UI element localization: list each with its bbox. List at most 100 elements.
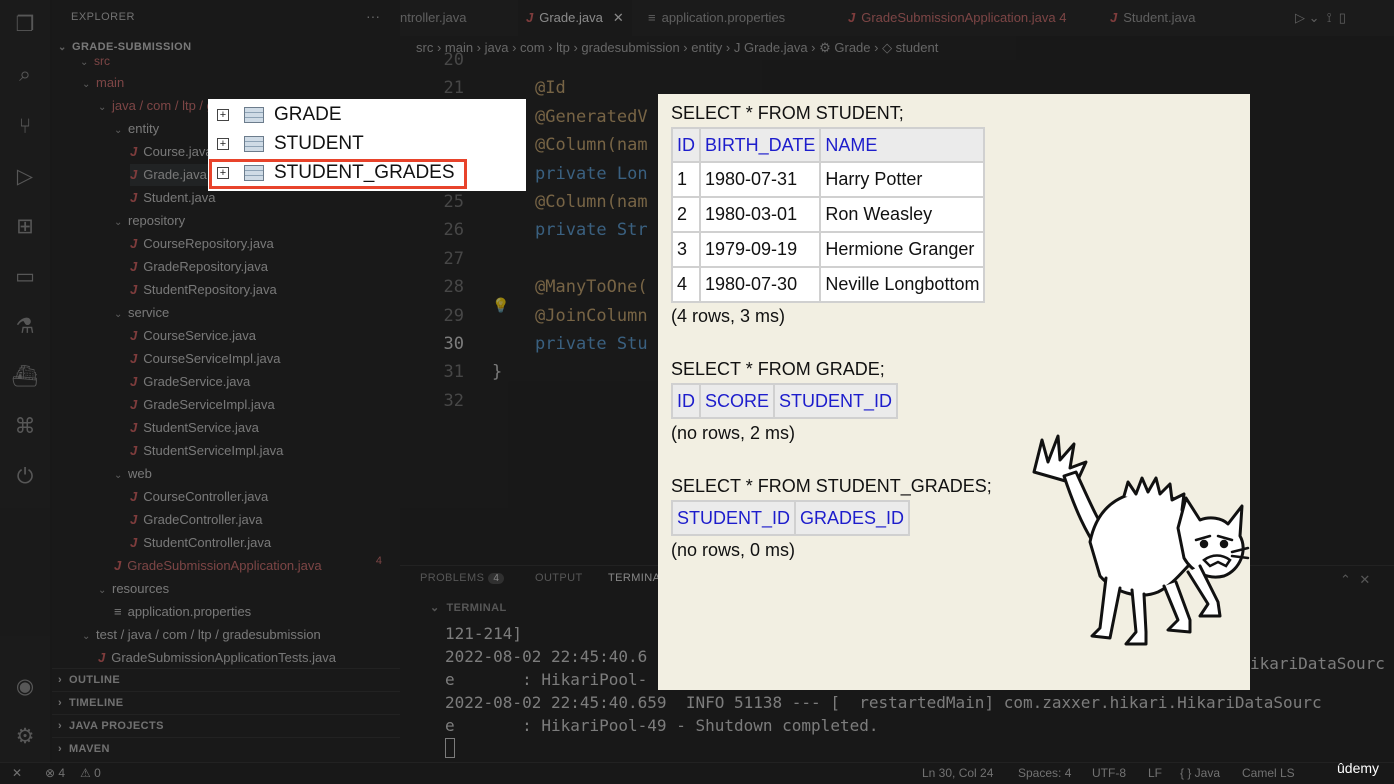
camel-ls[interactable]: Camel LS <box>1242 763 1295 784</box>
more-actions-icon[interactable]: ··· <box>366 8 380 24</box>
java-file-icon: J <box>130 282 138 297</box>
terminal-line: 121-214] <box>445 624 523 643</box>
file-item[interactable]: J GradeServiceImpl.java <box>130 394 275 416</box>
code-line: } <box>492 362 503 383</box>
file-item[interactable]: J Course.java <box>130 141 213 163</box>
file-item[interactable]: J StudentServiceImpl.java <box>130 440 283 462</box>
encoding[interactable]: UTF-8 <box>1092 763 1126 784</box>
problem-count-badge: 4 <box>375 555 382 567</box>
folder-item[interactable]: ⌄ entity <box>114 118 159 140</box>
maven-section[interactable]: › MAVEN <box>52 737 400 760</box>
editor-tabs: ntroller.java J Grade.java ✕ ≡ application.… <box>400 0 1394 36</box>
query-student: SELECT * FROM STUDENT; <box>671 103 904 123</box>
table-cell: 1980-07-31 <box>698 161 822 198</box>
column-header: NAME <box>819 127 986 163</box>
tab-grade-java[interactable]: J Grade.java ✕ <box>518 0 632 36</box>
expand-icon[interactable]: + <box>217 109 229 121</box>
testing-icon[interactable]: ⚗ <box>0 304 50 348</box>
tab-terminal[interactable]: TERMINA <box>608 572 660 584</box>
code-line: private Stu <box>535 334 648 354</box>
file-item[interactable]: J CourseController.java <box>130 486 268 508</box>
src-folder-partial[interactable]: ⌄ src <box>80 50 110 72</box>
lightbulb-icon[interactable]: 💡 <box>492 298 509 314</box>
table-row: 3 1979-09-19 Hermione Granger <box>671 231 986 268</box>
folder-item[interactable]: ⌄ resources <box>98 578 169 600</box>
explorer-icon[interactable]: ❐ <box>0 2 50 46</box>
tree-item-label: CourseRepository.java <box>143 236 274 251</box>
file-item[interactable]: J GradeService.java <box>130 371 250 393</box>
line-number: 25 <box>443 192 464 212</box>
file-item[interactable]: J GradeSubmissionApplicationTests.java <box>98 647 336 669</box>
code-line: @Id <box>535 78 566 99</box>
db-table-student[interactable]: + STUDENT <box>208 130 526 158</box>
db-table-grade[interactable]: + GRADE <box>208 101 526 129</box>
java-projects-section[interactable]: › JAVA PROJECTS <box>52 714 400 737</box>
breadcrumb[interactable]: src › main › java › com › ltp › gradesub… <box>400 36 1394 60</box>
language-mode[interactable]: { } Java <box>1180 763 1220 784</box>
file-item[interactable]: J CourseRepository.java <box>130 233 274 255</box>
tab-output[interactable]: OUTPUT <box>535 572 583 584</box>
tab-problems[interactable]: PROBLEMS 4 <box>420 572 505 584</box>
table-icon <box>244 107 264 123</box>
expand-icon[interactable]: + <box>217 138 229 150</box>
tab-controller[interactable]: ntroller.java <box>400 0 466 36</box>
warnings-count[interactable]: ⚠ 0 <box>80 763 101 784</box>
docker-icon[interactable]: ⛴ <box>0 354 50 398</box>
tree-item-label: GradeService.java <box>143 374 251 389</box>
tab-grade-submission-application[interactable]: J GradeSubmissionApplication.java 4 <box>848 0 1066 36</box>
file-item[interactable]: J Student.java <box>130 187 216 209</box>
run-debug-icon[interactable]: ▷ <box>0 154 50 198</box>
tree-item-label: GradeServiceImpl.java <box>143 397 275 412</box>
remote-icon[interactable]: ✕ <box>12 763 22 784</box>
power-icon[interactable]: ⏻ <box>0 454 50 498</box>
tree-item-label: GradeController.java <box>143 512 263 527</box>
file-item[interactable]: J CourseService.java <box>130 325 256 347</box>
file-item[interactable]: J CourseServiceImpl.java <box>130 348 281 370</box>
file-item[interactable]: J GradeController.java <box>130 509 262 531</box>
tree-item-label: CourseController.java <box>143 489 269 504</box>
extensions-icon[interactable]: ⊞ <box>0 204 50 248</box>
run-icon[interactable]: ▷ ⌄ ⟟ ▯ <box>1295 0 1346 36</box>
outline-section[interactable]: › OUTLINE <box>52 668 400 691</box>
explorer-title: EXPLORER <box>71 11 135 23</box>
tree-item-label: web <box>128 466 152 481</box>
panel-controls-icon[interactable]: ⌃ ✕ <box>1340 572 1371 588</box>
settings-gear-icon[interactable]: ⚙ <box>0 714 50 758</box>
file-item[interactable]: ≡ application.properties <box>114 601 251 623</box>
folder-item[interactable]: ⌄ service <box>114 302 169 324</box>
file-item[interactable]: J StudentService.java <box>130 417 259 439</box>
tree-item-label: Student.java <box>143 190 216 205</box>
source-control-icon[interactable]: ⑂ <box>0 104 50 148</box>
table-cell: 1979-09-19 <box>698 231 822 268</box>
indentation[interactable]: Spaces: 4 <box>1018 763 1071 784</box>
folder-item[interactable]: ⌄ main <box>82 72 124 94</box>
column-header: ID <box>671 127 701 163</box>
folder-item[interactable]: ⌄ repository <box>114 210 185 232</box>
terminal-line: e : HikariPool- <box>445 670 648 689</box>
java-file-icon: J <box>114 558 122 573</box>
project-root[interactable]: ⌄ GRADE-SUBMISSION <box>58 36 191 58</box>
tab-student-java[interactable]: J Student.java <box>1110 0 1196 36</box>
folder-item[interactable]: ⌄ web <box>114 463 152 485</box>
table-cell: 1980-03-01 <box>698 196 822 233</box>
errors-count[interactable]: ⊗ 4 <box>45 763 65 784</box>
activity-bar: ❐ ⌕ ⑂ ▷ ⊞ ▭ ⚗ ⛴ ⌘ ⏻ ◉ ⚙ <box>0 0 50 762</box>
timeline-section[interactable]: › TIMELINE <box>52 691 400 714</box>
column-header: BIRTH_DATE <box>698 127 822 163</box>
search-icon[interactable]: ⌕ <box>0 52 50 96</box>
tree-item-label: GradeSubmissionApplicationTests.java <box>111 650 336 665</box>
file-item[interactable]: J GradeRepository.java <box>130 256 268 278</box>
tab-application-properties[interactable]: ≡ application.properties <box>648 0 785 36</box>
folder-item[interactable]: ⌄ test / java / com / ltp / gradesubmissi… <box>82 624 321 646</box>
file-item[interactable]: J GradeSubmissionApplication.java <box>114 555 322 577</box>
eol[interactable]: LF <box>1148 763 1162 784</box>
code-line: private Lon <box>535 163 648 184</box>
java-file-icon: J <box>130 236 138 251</box>
remote-explorer-icon[interactable]: ▭ <box>0 254 50 298</box>
account-icon[interactable]: ◉ <box>0 664 50 708</box>
python-icon[interactable]: ⌘ <box>0 404 50 448</box>
close-tab-icon[interactable]: ✕ <box>613 10 624 25</box>
file-item[interactable]: J StudentController.java <box>130 532 271 554</box>
cursor-position[interactable]: Ln 30, Col 24 <box>922 763 993 784</box>
file-item[interactable]: J StudentRepository.java <box>130 279 277 301</box>
